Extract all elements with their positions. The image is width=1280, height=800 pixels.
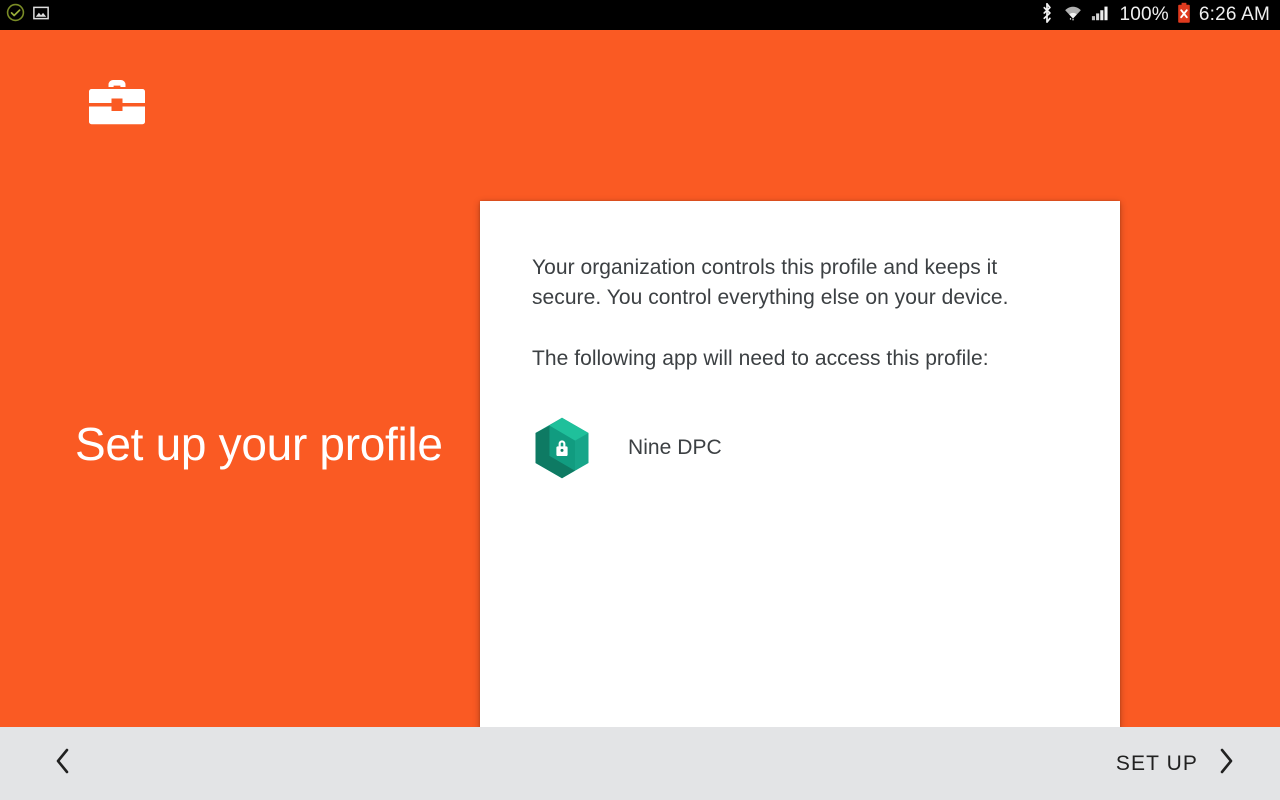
set-up-button[interactable]: SET UP [1116, 747, 1236, 780]
check-circle-icon [6, 3, 25, 27]
info-card-content: Your organization controls this profile … [480, 201, 1120, 480]
wifi-icon [1063, 3, 1083, 27]
bluetooth-icon [1039, 2, 1055, 28]
image-icon [32, 4, 50, 27]
card-paragraph-secondary: The following app will need to access th… [532, 347, 989, 370]
status-bar: 100% 6:26 AM [0, 0, 1280, 30]
chevron-left-icon [53, 747, 73, 780]
set-up-label: SET UP [1115, 751, 1198, 775]
app-name-label: Nine DPC [628, 436, 722, 459]
back-button[interactable] [46, 747, 80, 781]
setup-page: Set up your profile Your organization co… [0, 30, 1280, 800]
info-card: Your organization controls this profile … [480, 201, 1120, 728]
page-title: Set up your profile [75, 418, 443, 470]
bottom-navigation-bar: SET UP [0, 727, 1280, 800]
card-paragraph-primary: Your organization controls this profile … [532, 256, 1009, 309]
briefcase-icon [88, 75, 146, 131]
app-list-item: Nine DPC [532, 416, 1070, 480]
cellular-signal-icon [1091, 3, 1111, 27]
battery-percent-label: 100% [1119, 4, 1169, 25]
status-bar-left-icons [6, 3, 50, 27]
status-bar-right-icons: 100% 6:26 AM [1039, 2, 1270, 29]
clock-label: 6:26 AM [1198, 4, 1270, 25]
hexagon-lock-icon [532, 416, 592, 480]
battery-error-icon [1177, 2, 1191, 29]
chevron-right-icon [1216, 747, 1236, 780]
